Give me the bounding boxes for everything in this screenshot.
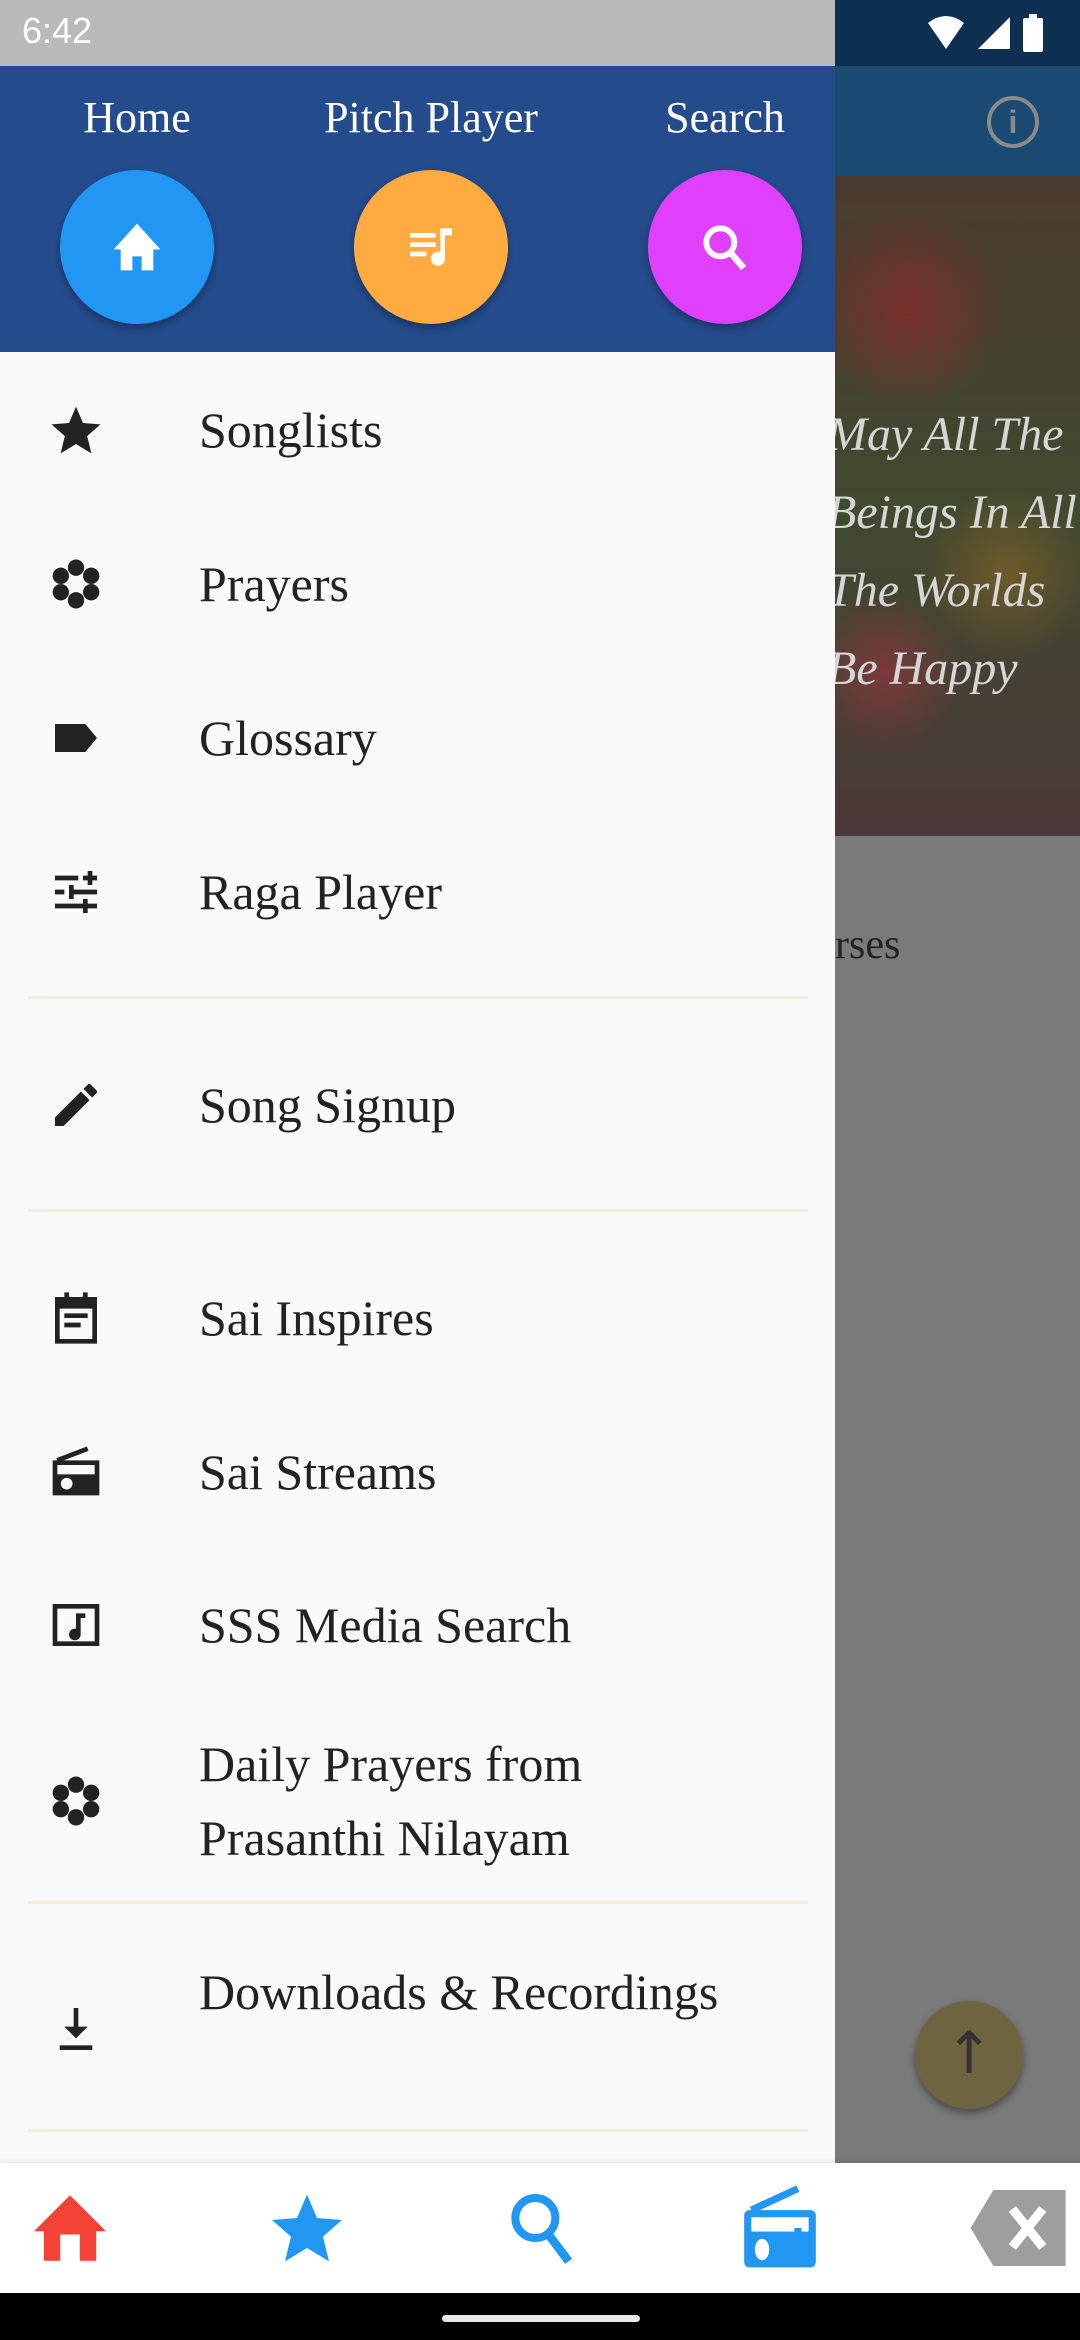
- divider: [28, 2129, 808, 2132]
- download-icon: [48, 2001, 104, 2057]
- wifi-icon: [928, 16, 964, 49]
- pencil-icon: [48, 1077, 104, 1133]
- arrow-up-icon: ↑: [944, 2019, 994, 2087]
- home-icon: [34, 2195, 106, 2261]
- bottom-nav-favorites[interactable]: [262, 2188, 352, 2268]
- drawer-item-label: Songlists: [199, 402, 383, 458]
- signal-icon: [978, 17, 1010, 49]
- label-icon: [48, 710, 104, 766]
- header-search-button[interactable]: Search: [585, 66, 835, 324]
- drawer-item-label: Song Signup: [199, 1077, 457, 1133]
- drawer-item-label: Prayers: [199, 556, 349, 612]
- drawer-item-downloads-recordings[interactable]: Downloads & Recordings: [0, 1949, 835, 2109]
- banner-image: May All The Beings In All The Worlds Be …: [835, 176, 1080, 836]
- bottom-navigation: [0, 2163, 1080, 2293]
- home-handle[interactable]: [442, 2315, 640, 2322]
- search-icon: [511, 2194, 573, 2264]
- system-nav-bar: [0, 2293, 1080, 2340]
- search-icon: [703, 225, 747, 271]
- navigation-drawer: Home Pitch Player Search Songlists Prayer…: [0, 66, 835, 2163]
- drawer-item-sss-media-search[interactable]: SSS Media Search: [0, 1559, 835, 1691]
- tune-icon: [48, 864, 104, 920]
- star-icon: [272, 2194, 342, 2262]
- home-label: Home: [83, 93, 191, 142]
- status-bar: 6:42: [0, 0, 1080, 66]
- backspace-icon: [970, 2190, 1066, 2266]
- radio-icon: [744, 2185, 816, 2268]
- app-bar: i: [835, 66, 1080, 176]
- pitch-player-label: Pitch Player: [324, 93, 538, 142]
- drawer-item-label: Sai Streams: [199, 1444, 437, 1500]
- drawer-item-label: Glossary: [199, 710, 377, 766]
- bottom-nav-home[interactable]: [25, 2188, 115, 2268]
- queue-music-icon: [410, 228, 452, 266]
- drawer-item-label: Raga Player: [199, 864, 442, 920]
- divider: [28, 1209, 808, 1212]
- drawer-item-prayers[interactable]: Prayers: [0, 518, 835, 650]
- drawer-item-raga-player[interactable]: Raga Player: [0, 826, 835, 958]
- event-note-icon: [48, 1290, 104, 1346]
- drawer-item-songlists[interactable]: Songlists: [0, 364, 835, 496]
- divider: [28, 1901, 808, 1904]
- clock: 6:42: [22, 10, 93, 51]
- drawer-item-sai-streams[interactable]: Sai Streams: [0, 1406, 835, 1538]
- drawer-item-sai-inspires[interactable]: Sai Inspires: [0, 1252, 835, 1384]
- battery-icon: [1023, 14, 1043, 52]
- flower-icon: [48, 1773, 104, 1829]
- star-icon: [48, 402, 104, 458]
- drawer-item-label: Daily Prayers from Prasanthi Nilayam: [199, 1736, 583, 1866]
- drawer-item-label: SSS Media Search: [199, 1597, 572, 1653]
- drawer-header: Home Pitch Player Search: [0, 66, 835, 352]
- bottom-nav-radio[interactable]: [735, 2185, 825, 2268]
- search-label: Search: [665, 93, 785, 142]
- divider: [28, 996, 808, 999]
- main-content-scrim[interactable]: i May All The Beings In All The Worlds B…: [835, 66, 1080, 2163]
- bottom-nav-clear[interactable]: [970, 2188, 1070, 2268]
- flower-icon: [48, 556, 104, 612]
- header-pitch-player-button[interactable]: Pitch Player: [291, 66, 571, 324]
- banner-text: May All The Beings In All The Worlds Be …: [835, 408, 1077, 695]
- bottom-nav-search[interactable]: [497, 2188, 587, 2268]
- radio-icon: [48, 1444, 104, 1500]
- header-home-button[interactable]: Home: [0, 66, 277, 324]
- drawer-item-daily-prayers-from-prasanthi-nilayam[interactable]: Daily Prayers from Prasanthi Nilayam: [0, 1721, 835, 1881]
- scroll-top-button[interactable]: ↑: [915, 2001, 1023, 2109]
- drawer-item-glossary[interactable]: Glossary: [0, 672, 835, 804]
- music-box-icon: [48, 1597, 104, 1653]
- drawer-item-label: Downloads & Recordings: [199, 1964, 719, 2020]
- drawer-item-label: Sai Inspires: [199, 1290, 434, 1346]
- info-icon[interactable]: i: [987, 96, 1039, 148]
- partial-text: rses: [835, 922, 901, 968]
- home-icon: [113, 223, 161, 271]
- drawer-item-song-signup[interactable]: Song Signup: [0, 1039, 835, 1171]
